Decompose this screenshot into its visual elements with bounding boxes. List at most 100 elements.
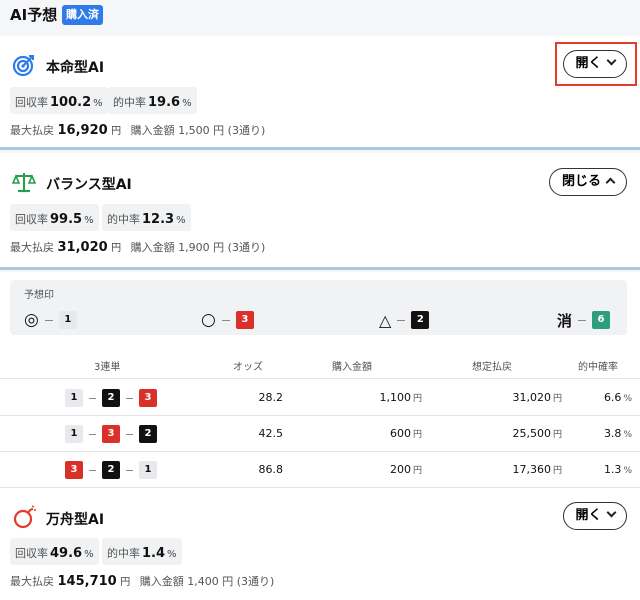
ai-card-honmei: 本命型AI 開く 回収率 100.2% 的中率 19.6% 最大払戻 16,920 … — [0, 36, 640, 150]
max-payout-value: 31,020 — [57, 240, 108, 255]
boat-number: 2 — [139, 425, 157, 443]
dash — [89, 397, 96, 399]
col-header-payout: 想定払戻 — [472, 362, 512, 373]
ai-name: バランス型AI — [46, 177, 132, 193]
ai-card-manshu: 万舟型AI 開く 回収率 49.6% 的中率 1.4% 最大払戻 145,710 円… — [0, 488, 640, 600]
close-button[interactable]: 閉じる — [549, 168, 627, 196]
table-row: 1 2 3 28.2 1,100 円 31,020 円 6.6% — [0, 380, 640, 416]
payout-value: 17,360 — [512, 463, 551, 476]
yen-unit: 円 — [111, 243, 122, 254]
marks-title: 予想印 — [24, 290, 54, 301]
amount-cell: 600 円 — [390, 427, 422, 440]
odds-cell: 42.5 — [259, 427, 284, 440]
col-header-trifecta: 3連単 — [94, 362, 121, 373]
odds-value: 42.5 — [258, 427, 284, 440]
col-header-odds: オッズ — [233, 362, 263, 373]
boat-number: 1 — [139, 461, 157, 479]
table-row: 1 3 2 42.5 600 円 25,500 円 3.8% — [0, 416, 640, 452]
odds-value: 86.8 — [258, 463, 284, 476]
balance-scale-icon — [12, 173, 36, 193]
percent-unit: % — [84, 215, 94, 226]
payout-cell: 31,020 円 — [512, 391, 562, 404]
open-button[interactable]: 開く — [563, 502, 627, 530]
header: AI予想 購入済 — [0, 0, 640, 36]
col-header-amount: 購入金額 — [332, 362, 372, 373]
payout-value: 31,020 — [512, 391, 551, 404]
amount-cell: 1,100 円 — [379, 391, 422, 404]
table-header: 3連単 オッズ 購入金額 想定払戻 的中確率 — [0, 349, 640, 379]
page-title: AI予想 — [10, 6, 58, 24]
dash — [126, 469, 133, 471]
payout-line: 最大払戻 16,920 円 購入金額 1,500 円 (3通り) — [10, 122, 265, 138]
dash — [397, 319, 406, 321]
recovery-rate: 回収率 100.2% — [10, 87, 108, 114]
close-button-label: 閉じる — [561, 174, 601, 189]
percent-unit: % — [84, 549, 94, 560]
prediction-marks: 予想印 ◎ 1 ○ 3 △ 2 消 6 — [10, 280, 627, 335]
boat-number: 2 — [102, 461, 120, 479]
amount-cell: 200 円 — [390, 463, 422, 476]
purchase-label: 購入金額 — [130, 124, 175, 137]
payout-cell: 25,500 円 — [512, 427, 562, 440]
eliminate-mark: 消 — [557, 311, 573, 330]
prediction-detail: 予想印 ◎ 1 ○ 3 △ 2 消 6 3連単 オッズ 購入金額 想定払戻 的中… — [0, 272, 640, 488]
amount-value: 600 — [389, 427, 411, 440]
yen-unit: 円 — [120, 577, 131, 588]
hit-label: 的中率 — [107, 213, 140, 226]
boat-number: 3 — [235, 311, 254, 329]
probability-cell: 3.8% — [604, 427, 632, 440]
dash — [89, 469, 96, 471]
max-payout-label: 最大払戻 — [10, 124, 54, 137]
max-payout-label: 最大払戻 — [10, 241, 54, 254]
yen-unit: 円 — [552, 466, 562, 476]
hit-rate: 的中率 19.6% — [108, 87, 197, 114]
mark-circle: ○ 3 — [201, 310, 254, 330]
boat-number: 2 — [102, 389, 120, 407]
ai-name: 本命型AI — [46, 60, 105, 76]
mark-eliminate: 消 6 — [557, 310, 611, 330]
recovery-label: 回収率 — [15, 96, 48, 109]
odds-cell: 86.8 — [259, 463, 284, 476]
purchase-label: 購入金額 — [130, 241, 175, 254]
double-circle-icon: ◎ — [24, 310, 39, 330]
yen-unit: 円 — [412, 394, 422, 404]
purchased-badge: 購入済 — [62, 5, 103, 25]
percent-unit: % — [623, 430, 632, 440]
bomb-icon — [13, 505, 36, 529]
yen-unit: 円 — [552, 394, 562, 404]
hit-rate: 的中率 12.3% — [102, 204, 191, 231]
max-payout-value: 16,920 — [57, 123, 108, 138]
purchase-value: 1,900 円 (3通り) — [178, 241, 266, 254]
max-payout-label: 最大払戻 — [10, 575, 54, 588]
dash — [126, 397, 133, 399]
hit-value: 12.3 — [142, 212, 175, 227]
open-button-label: 開く — [575, 508, 602, 523]
dash — [578, 319, 587, 321]
mark-double-circle: ◎ 1 — [24, 310, 77, 330]
payout-cell: 17,360 円 — [512, 463, 562, 476]
boat-number: 3 — [102, 425, 120, 443]
hit-rate: 的中率 1.4% — [102, 538, 182, 565]
percent-unit: % — [623, 466, 632, 476]
probability-value: 1.3 — [603, 463, 622, 476]
purchase-value: 1,400 円 (3通り) — [187, 575, 275, 588]
percent-unit: % — [182, 98, 192, 109]
percent-unit: % — [93, 98, 103, 109]
hit-value: 1.4 — [142, 546, 166, 561]
amount-value: 200 — [389, 463, 411, 476]
table-row: 3 2 1 86.8 200 円 17,360 円 1.3% — [0, 452, 640, 488]
probability-value: 3.8 — [603, 427, 622, 440]
boat-number: 1 — [58, 311, 77, 329]
recovery-rate: 回収率 99.5% — [10, 204, 99, 231]
recovery-label: 回収率 — [15, 213, 48, 226]
probability-cell: 6.6% — [604, 391, 632, 404]
odds-value: 28.2 — [258, 391, 284, 404]
boat-number: 2 — [411, 311, 430, 329]
payout-value: 25,500 — [512, 427, 551, 440]
boat-number: 3 — [65, 461, 83, 479]
col-header-probability: 的中確率 — [578, 362, 618, 373]
recovery-value: 99.5 — [50, 212, 83, 227]
yen-unit: 円 — [412, 430, 422, 440]
recovery-value: 49.6 — [50, 546, 83, 561]
dash — [126, 433, 133, 435]
